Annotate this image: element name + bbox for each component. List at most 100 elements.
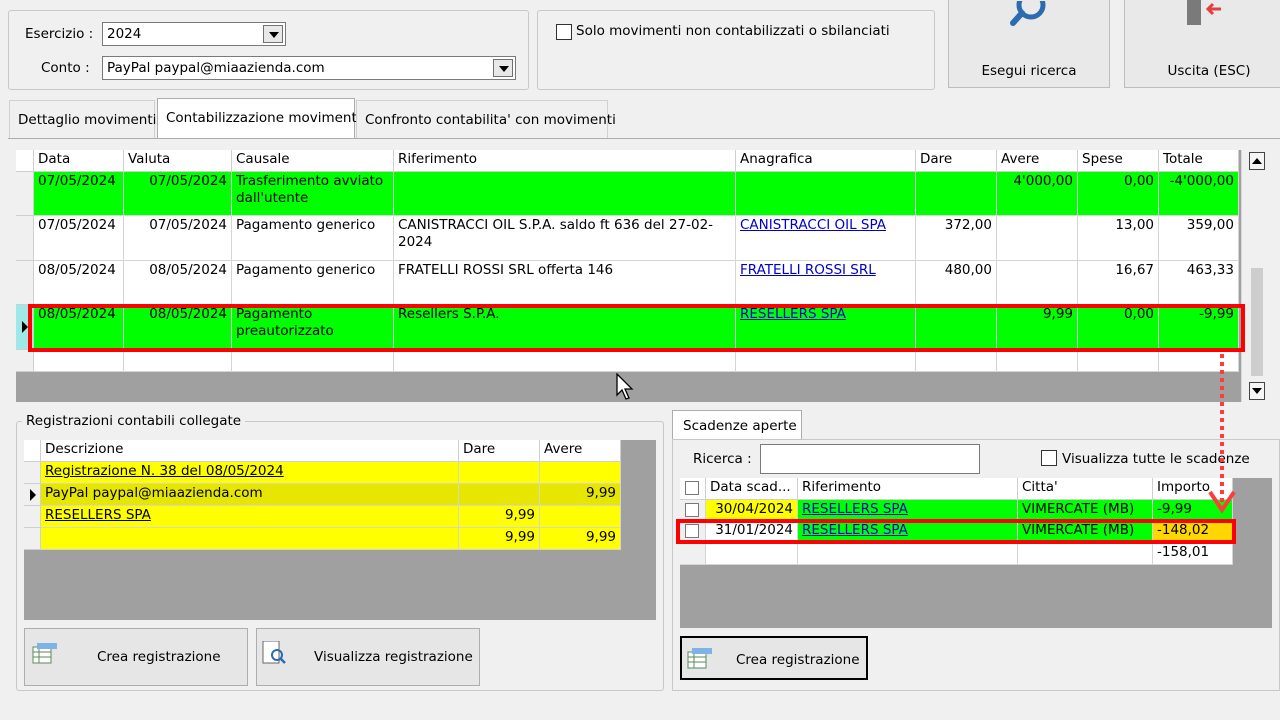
cell-totale: -4'000,00 [1159,172,1239,216]
scroll-thumb[interactable] [1251,268,1263,376]
header-indicator [16,150,34,172]
tab-confronto-contabilita[interactable]: Confronto contabilita' con movimenti [356,100,616,138]
col-header-dare[interactable]: Dare [916,150,997,172]
table-row[interactable]: 08/05/2024 08/05/2024 Pagamento generico… [16,261,1239,305]
movements-grid: Data Valuta Causale Riferimento Anagrafi… [16,150,1272,402]
tab-label: Dettaglio movimenti [18,112,157,128]
table-row-new[interactable] [16,350,1239,372]
search-button[interactable]: Esegui ricerca [948,0,1110,88]
col-header-dare[interactable]: Dare [459,440,540,462]
scroll-up-button[interactable] [1249,152,1265,170]
header-select-all[interactable] [680,478,706,500]
movements-scrollbar[interactable] [1241,150,1272,402]
cell-dare [459,462,540,484]
tab-label: Scadenze aperte [683,418,797,434]
conto-value: PayPal paypal@miaazienda.com [107,60,325,76]
cell-anagrafica-link[interactable]: FRATELLI ROSSI SRL [736,261,916,305]
chevron-down-icon [1252,388,1262,394]
view-registration-button[interactable]: Visualizza registrazione [256,628,480,686]
cell-avere [540,506,621,528]
col-header-citta[interactable]: Citta' [1018,478,1153,500]
cell-data: 07/05/2024 [34,172,124,216]
cell-anagrafica[interactable] [736,172,916,216]
row-pointer-icon[interactable] [24,484,41,506]
row-indicator[interactable] [16,172,34,216]
search-icon [1010,1,1046,26]
row-indicator[interactable] [16,216,34,261]
conto-select[interactable]: PayPal paypal@miaazienda.com [102,56,516,80]
cell-descrizione: PayPal paypal@miaazienda.com [41,484,459,506]
cell-valuta: 07/05/2024 [124,216,232,261]
create-registration-button[interactable]: Crea registrazione [24,628,248,686]
col-header-causale[interactable]: Causale [232,150,394,172]
create-registration-label: Crea registrazione [97,649,221,665]
col-header-riferimento[interactable]: Riferimento [394,150,736,172]
row-indicator[interactable] [24,506,41,528]
table-row-selected[interactable]: PayPal paypal@miaazienda.com 9,99 [24,484,621,506]
cell-riferimento [394,172,736,216]
cell-anagrafica-link[interactable]: CANISTRACCI OIL SPA [736,216,916,261]
col-header-totale[interactable]: Totale [1159,150,1239,172]
cell-dare [459,484,540,506]
chevron-down-icon[interactable] [263,25,283,43]
select-all-checkbox[interactable] [685,481,699,495]
esercizio-label: Esercizio : [25,26,94,42]
cell-riferimento-link[interactable]: RESELLERS SPA [798,500,1018,521]
cell-avere [997,261,1078,305]
show-all-deadlines-checkbox[interactable] [1041,450,1057,466]
tab-contabilizzazione-movimenti[interactable]: Contabilizzazione movimenti [157,98,361,138]
create-deadline-registration-button[interactable]: Crea registrazione [680,636,868,680]
cell-empty [736,350,916,372]
cell-empty [1018,543,1153,565]
cell-empty [916,350,997,372]
row-checkbox-cell[interactable] [680,500,706,521]
col-header-valuta[interactable]: Valuta [124,150,232,172]
col-header-riferimento[interactable]: Riferimento [798,478,1018,500]
table-row-total[interactable]: 9,99 9,99 [24,528,621,550]
table-row[interactable]: 07/05/2024 07/05/2024 Trasferimento avvi… [16,172,1239,216]
header-indicator [24,440,41,462]
table-row[interactable]: Registrazione N. 38 del 08/05/2024 [24,462,621,484]
tab-scadenze-aperte[interactable]: Scadenze aperte [672,410,802,440]
row-checkbox[interactable] [685,503,699,517]
table-row[interactable]: 07/05/2024 07/05/2024 Pagamento generico… [16,216,1239,261]
registrations-grid: Descrizione Dare Avere Registrazione N. … [24,440,656,620]
chevron-down-icon[interactable] [493,59,513,77]
cell-descrizione-link[interactable]: RESELLERS SPA [41,506,459,528]
exit-button[interactable]: Uscita (ESC) [1124,0,1280,88]
col-header-avere[interactable]: Avere [540,440,621,462]
cell-data: 07/05/2024 [34,216,124,261]
chevron-up-icon [1252,158,1262,164]
table-row[interactable]: 30/04/2024 RESELLERS SPA VIMERCATE (MB) … [680,500,1233,521]
table-row-total: -158,01 [680,543,1233,565]
row-indicator[interactable] [16,261,34,305]
cell-empty [232,350,394,372]
row-indicator[interactable] [24,462,41,484]
cell-descrizione [41,528,459,550]
col-header-data-scad[interactable]: Data scad... [706,478,798,500]
cell-avere: 9,99 [540,528,621,550]
row-indicator[interactable] [24,528,41,550]
cell-spese: 13,00 [1078,216,1159,261]
cell-valuta: 07/05/2024 [124,172,232,216]
col-header-spese[interactable]: Spese [1078,150,1159,172]
scroll-down-button[interactable] [1249,382,1265,400]
cell-avere: 9,99 [540,484,621,506]
deadlines-search-input[interactable] [760,444,980,474]
esercizio-select[interactable]: 2024 [102,22,286,46]
tab-dettaglio-movimenti[interactable]: Dettaglio movimenti [9,100,157,138]
cell-avere [540,462,621,484]
col-header-data[interactable]: Data [34,150,124,172]
col-header-descrizione[interactable]: Descrizione [41,440,459,462]
cell-riferimento: FRATELLI ROSSI SRL offerta 146 [394,261,736,305]
table-row[interactable]: RESELLERS SPA 9,99 [24,506,621,528]
tab-label: Confronto contabilita' con movimenti [365,112,616,128]
col-header-anagrafica[interactable]: Anagrafica [736,150,916,172]
col-header-avere[interactable]: Avere [997,150,1078,172]
row-indicator[interactable] [16,350,34,372]
cell-descrizione-link[interactable]: Registrazione N. 38 del 08/05/2024 [41,462,459,484]
mouse-cursor-icon [616,373,634,400]
cell-empty [124,350,232,372]
cell-riferimento: CANISTRACCI OIL S.P.A. saldo ft 636 del … [394,216,736,261]
only-unposted-checkbox[interactable] [556,24,572,40]
